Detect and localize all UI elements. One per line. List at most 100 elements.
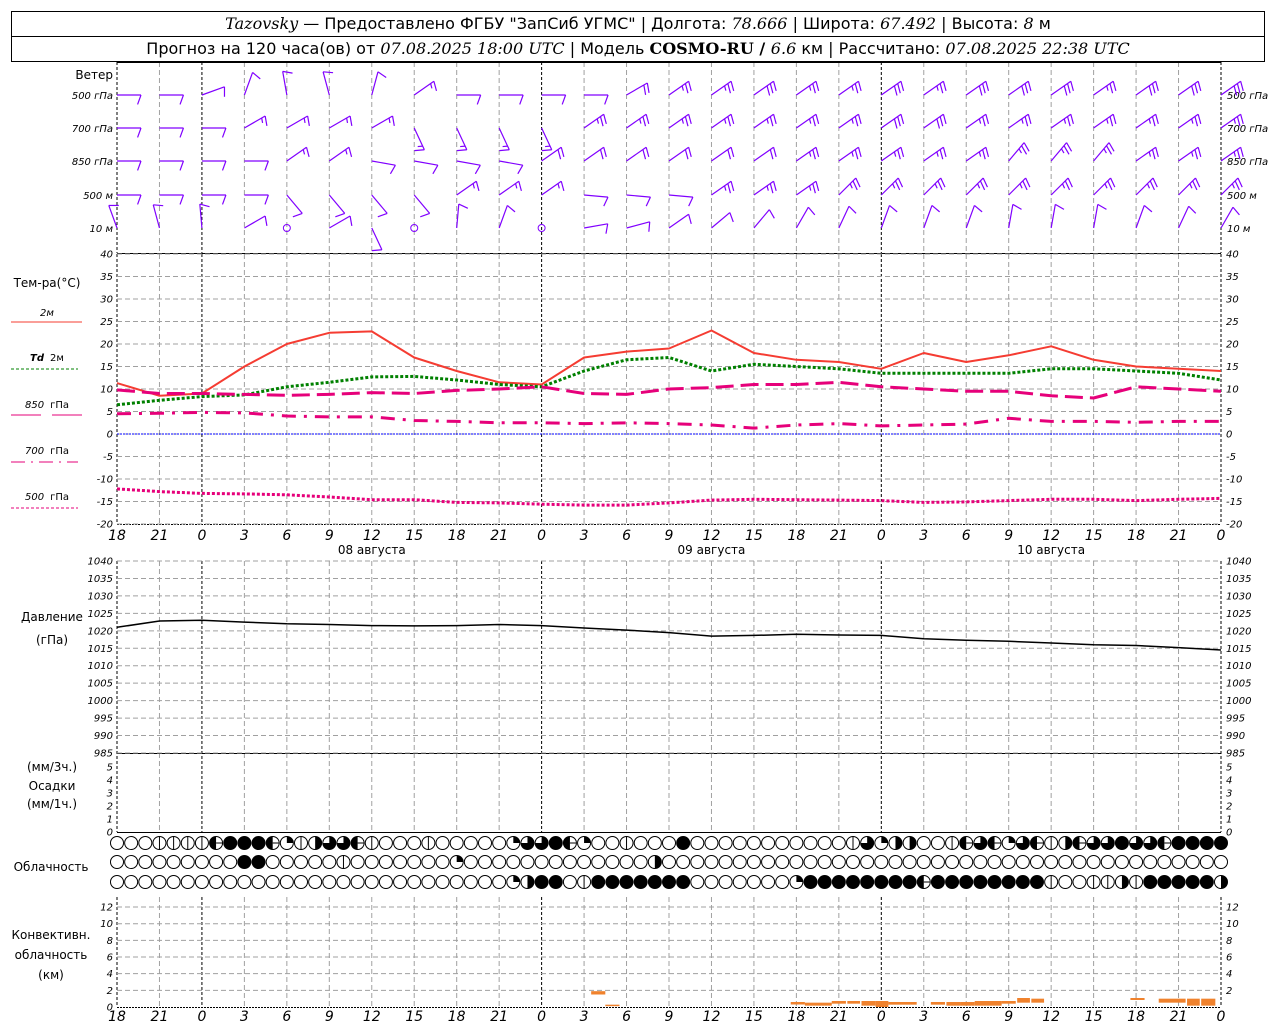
barb-half-feather: [388, 117, 391, 124]
hour-tick-label: 21: [151, 528, 169, 544]
precip-tick-label-left: 4: [107, 776, 113, 787]
wind-barb: [414, 160, 439, 175]
convective-tick-label-left: 6: [107, 953, 113, 964]
cloud-cover-symbol: [605, 875, 620, 889]
date-label: 08 августа: [338, 543, 406, 557]
cloud-cover-symbol: [860, 875, 875, 889]
barb-feather: [1109, 83, 1114, 94]
cloud-cover-symbol: [690, 836, 705, 850]
cloud-fill: [513, 836, 520, 843]
barb-feather: [1194, 116, 1199, 127]
barb-half-feather: [723, 85, 727, 91]
barb-staff: [456, 160, 481, 166]
temp-tick-label-left: 35: [100, 272, 113, 283]
cloud-fill: [1186, 836, 1200, 850]
cloud-cover-symbol: [407, 836, 422, 850]
barb-feather: [282, 70, 293, 74]
barb-staff: [668, 194, 693, 198]
hour-tick-label: 0: [877, 528, 886, 544]
cloud-cover-symbol: [1044, 836, 1059, 850]
barb-feather: [1152, 177, 1158, 188]
hour-tick-label: 18: [448, 528, 466, 544]
cloud-cover-symbol: [138, 875, 153, 889]
wind-barb: [456, 160, 481, 175]
barb-feather: [727, 116, 732, 127]
cloud-fill: [605, 875, 619, 889]
barb-feather: [815, 81, 820, 92]
cloud-cover-symbol: [548, 855, 563, 869]
cloud-fill: [903, 875, 917, 889]
barb-half-feather: [345, 149, 348, 155]
pressure-tick-label-right: 985: [1226, 749, 1245, 760]
wind-barb: [371, 71, 387, 96]
wind-barb: [668, 113, 692, 129]
hour-tick-label-bottom: 0: [197, 1009, 206, 1024]
cloud-cover-symbol: [1100, 836, 1115, 850]
pressure-tick-label-left: 990: [94, 731, 113, 742]
wind-barb: [1093, 177, 1116, 196]
cloud-cover-symbol: [718, 836, 733, 850]
cloud-cover-symbol: [916, 836, 931, 850]
cloud-circle: [647, 836, 662, 850]
hour-tick-label-bottom: 21: [151, 1009, 169, 1024]
wind-barb: [159, 127, 185, 138]
cloud-cover-symbol: [378, 836, 393, 850]
convective-tick-label-right: 4: [1226, 969, 1232, 980]
cloud-cover-symbol: [1072, 836, 1087, 850]
convective-tick-label-right: 2: [1226, 986, 1232, 997]
cloud-cover-symbol: [138, 855, 153, 869]
cloud-fill: [818, 875, 832, 889]
barb-feather: [1149, 180, 1155, 191]
cloud-circle: [945, 855, 960, 869]
barb-half-feather: [893, 151, 897, 157]
cloud-fill: [252, 855, 266, 869]
cloud-cover-symbol: [1015, 836, 1030, 850]
hour-tick-label-bottom: 3: [580, 1009, 589, 1024]
barb-staff: [1178, 80, 1199, 96]
cloud-cover-symbol: [1171, 875, 1186, 889]
barb-half-feather: [1233, 151, 1236, 157]
cloud-cover-symbol: [1114, 855, 1129, 869]
precip-unit-1h: (мм/1ч.): [27, 797, 77, 811]
convective-cloud-bar: [591, 991, 606, 995]
barb-half-feather: [978, 118, 982, 124]
cloud-cover-symbol: [180, 855, 195, 869]
barb-feather: [931, 204, 941, 213]
barb-staff: [965, 205, 976, 229]
barb-staff: [371, 71, 379, 96]
cloud-fill: [881, 836, 888, 843]
barb-staff: [413, 80, 435, 96]
wind-barb: [1177, 205, 1197, 229]
cloud-cover-symbol: [775, 855, 790, 869]
hour-tick-label: 3: [580, 528, 589, 544]
cloud-cover-symbol: [987, 836, 1002, 850]
cloud-fill: [1016, 875, 1030, 889]
cloud-cover-symbol: [449, 875, 464, 889]
cloud-cover-symbol: [393, 875, 408, 889]
barb-staff: [1178, 177, 1196, 196]
barb-staff: [414, 160, 438, 166]
barb-staff: [282, 71, 288, 96]
barb-feather: [688, 196, 694, 207]
barb-feather: [517, 164, 524, 175]
cloud-cover-symbol: [478, 875, 492, 889]
wind-barb: [965, 113, 990, 129]
legend-td-suffix: 2м: [50, 353, 64, 364]
cloud-cover-symbol: [449, 855, 464, 869]
barb-staff: [796, 80, 817, 96]
cloud-fill: [1172, 875, 1186, 889]
wind-barb: [880, 113, 905, 129]
cloud-fill: [1200, 836, 1214, 850]
barb-staff: [796, 146, 817, 162]
pressure-tick-label-left: 995: [94, 714, 113, 725]
temp-tick-label-left: 5: [107, 407, 113, 418]
cloud-cover-symbol: [350, 855, 365, 869]
cloud-circle: [449, 836, 464, 850]
barb-staff: [1093, 80, 1114, 96]
cloud-circle: [577, 855, 592, 869]
cloud-cover-symbol: [1214, 855, 1228, 869]
cloud-cover-symbol: [393, 836, 408, 850]
pressure-tick-label-right: 1005: [1226, 679, 1251, 690]
cloud-circle: [463, 875, 478, 889]
barb-staff: [1008, 142, 1025, 162]
